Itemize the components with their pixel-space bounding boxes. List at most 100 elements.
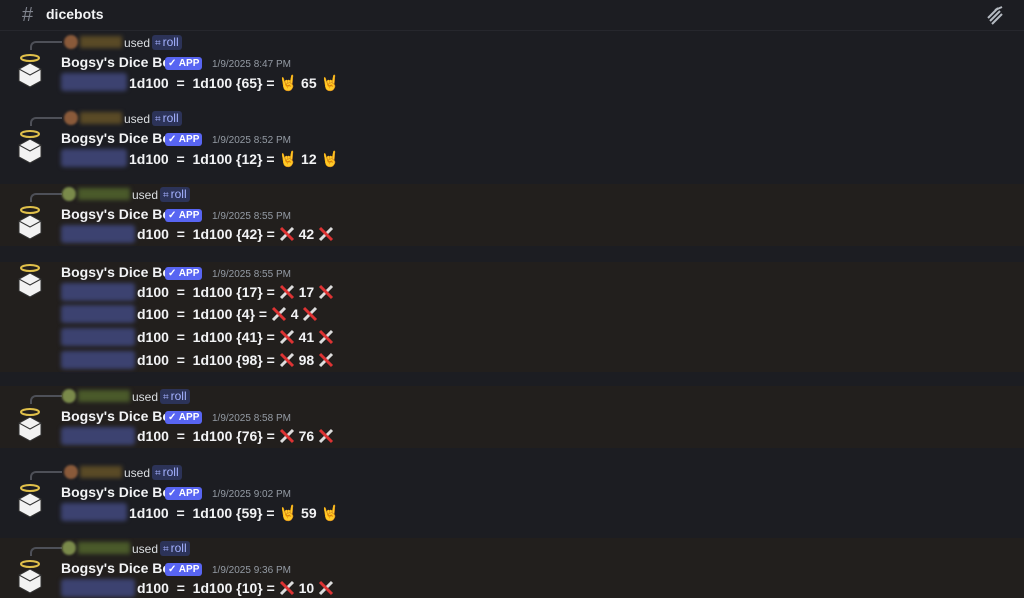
used-label: used (124, 112, 151, 126)
slash-command[interactable]: ⌗ roll (160, 187, 190, 202)
crossed-dice-icon (318, 428, 334, 444)
used-label: used (132, 390, 159, 404)
user-avatar[interactable] (64, 111, 78, 125)
crossed-dice-icon (279, 329, 294, 345)
timestamp: 1/9/2025 8:52 PM (212, 135, 291, 146)
angel-die-icon[interactable] (17, 484, 43, 518)
hash-icon: # (22, 4, 34, 26)
user-mention[interactable] (61, 427, 135, 445)
bot-name[interactable]: Bogsy's Dice Bot (61, 54, 176, 70)
slash-command[interactable]: ⌗ roll (152, 465, 182, 480)
message: used ⌗ roll Bogsy's Dice Bot ✓ APP 1/9/20… (0, 462, 1024, 532)
app-badge: ✓ APP (165, 411, 203, 424)
reply-connector (30, 117, 62, 126)
crossed-dice-icon (271, 306, 286, 322)
reply-connector (30, 395, 62, 404)
username-blurred[interactable] (78, 390, 130, 402)
reply-connector (30, 471, 62, 480)
channel-name: dicebots (46, 6, 104, 22)
threads-icon[interactable] (984, 4, 1006, 26)
crossed-dice-icon (318, 580, 334, 596)
roll-line: d100 = 1d100 {76} = 76 (61, 426, 361, 446)
angel-die-icon[interactable] (17, 560, 43, 594)
user-mention[interactable] (61, 149, 127, 167)
timestamp: 1/9/2025 8:58 PM (212, 413, 291, 424)
roll-line: d100 = 1d100 {17} = 17 (61, 282, 361, 302)
slash-command[interactable]: ⌗ roll (160, 541, 190, 556)
user-mention[interactable] (61, 225, 135, 243)
user-avatar[interactable] (64, 465, 78, 479)
username-blurred[interactable] (78, 188, 130, 200)
bot-name[interactable]: Bogsy's Dice Bot (61, 484, 176, 500)
used-label: used (132, 542, 159, 556)
app-badge: ✓ APP (165, 133, 203, 146)
crossed-dice-icon (318, 284, 334, 300)
angel-die-icon[interactable] (17, 130, 43, 164)
user-mention[interactable] (61, 351, 135, 369)
roll-line: d100 = 1d100 {98} = 98 (61, 350, 361, 370)
angel-die-icon[interactable] (17, 264, 43, 298)
crossed-dice-icon (318, 226, 334, 242)
bot-name[interactable]: Bogsy's Dice Bot (61, 560, 176, 576)
user-mention[interactable] (61, 283, 135, 301)
rock-hand-emoji: 🤘 (278, 151, 298, 168)
angel-die-icon[interactable] (17, 408, 43, 442)
roll-line: 1d100 = 1d100 {65} = 🤘 65 🤘 (61, 72, 361, 92)
timestamp: 1/9/2025 8:55 PM (212, 269, 291, 280)
username-blurred[interactable] (80, 36, 122, 48)
crossed-dice-icon (303, 306, 318, 322)
slash-command[interactable]: ⌗ roll (152, 111, 182, 126)
angel-die-icon[interactable] (17, 54, 43, 88)
username-blurred[interactable] (80, 112, 122, 124)
user-mention[interactable] (61, 579, 135, 597)
roll-line: d100 = 1d100 {10} = 10 (61, 578, 361, 598)
crossed-dice-icon (318, 329, 334, 345)
message: used ⌗ roll Bogsy's Dice Bot ✓ APP 1/9/20… (0, 108, 1024, 178)
roll-line: 1d100 = 1d100 {59} = 🤘 59 🤘 (61, 502, 361, 522)
rock-hand-emoji: 🤘 (320, 151, 340, 168)
rock-hand-emoji: 🤘 (320, 75, 340, 92)
user-avatar[interactable] (62, 541, 76, 555)
crossed-dice-icon (279, 580, 294, 596)
user-avatar[interactable] (62, 389, 76, 403)
rock-hand-emoji: 🤘 (278, 75, 298, 92)
user-avatar[interactable] (62, 187, 76, 201)
bot-name[interactable]: Bogsy's Dice Bot (61, 206, 176, 222)
user-mention[interactable] (61, 503, 127, 521)
crossed-dice-icon (318, 352, 334, 368)
angel-die-icon[interactable] (17, 206, 43, 240)
app-badge: ✓ APP (165, 267, 203, 280)
reply-connector (30, 547, 62, 556)
message: used ⌗ roll Bogsy's Dice Bot ✓ APP 1/9/20… (0, 32, 1024, 100)
timestamp: 1/9/2025 8:47 PM (212, 59, 291, 70)
slash-command[interactable]: ⌗ roll (160, 389, 190, 404)
bot-name[interactable]: Bogsy's Dice Bot (61, 130, 176, 146)
bot-name[interactable]: Bogsy's Dice Bot (61, 408, 176, 424)
username-blurred[interactable] (80, 466, 122, 478)
rock-hand-emoji: 🤘 (320, 505, 340, 522)
user-mention[interactable] (61, 328, 135, 346)
user-avatar[interactable] (64, 35, 78, 49)
app-badge: ✓ APP (165, 57, 203, 70)
slash-command[interactable]: ⌗ roll (152, 35, 182, 50)
user-mention[interactable] (61, 305, 135, 323)
message: used ⌗ roll Bogsy's Dice Bot ✓ APP 1/9/20… (0, 538, 1024, 598)
reply-connector (30, 41, 62, 50)
used-label: used (132, 188, 159, 202)
app-badge: ✓ APP (165, 209, 203, 222)
timestamp: 1/9/2025 9:36 PM (212, 565, 291, 576)
user-mention[interactable] (61, 73, 127, 91)
message: used ⌗ roll Bogsy's Dice Bot ✓ APP 1/9/20… (0, 184, 1024, 246)
username-blurred[interactable] (78, 542, 130, 554)
channel-header: # dicebots (0, 0, 1024, 31)
message: Bogsy's Dice Bot ✓ APP 1/9/2025 8:55 PM … (0, 262, 1024, 372)
crossed-dice-icon (279, 226, 294, 242)
bot-name[interactable]: Bogsy's Dice Bot (61, 264, 176, 280)
message: used ⌗ roll Bogsy's Dice Bot ✓ APP 1/9/20… (0, 386, 1024, 448)
used-label: used (124, 466, 151, 480)
roll-line: d100 = 1d100 {41} = 41 (61, 327, 361, 347)
crossed-dice-icon (279, 284, 294, 300)
app-badge: ✓ APP (165, 487, 203, 500)
roll-line: d100 = 1d100 {42} = 42 (61, 224, 361, 244)
timestamp: 1/9/2025 9:02 PM (212, 489, 291, 500)
